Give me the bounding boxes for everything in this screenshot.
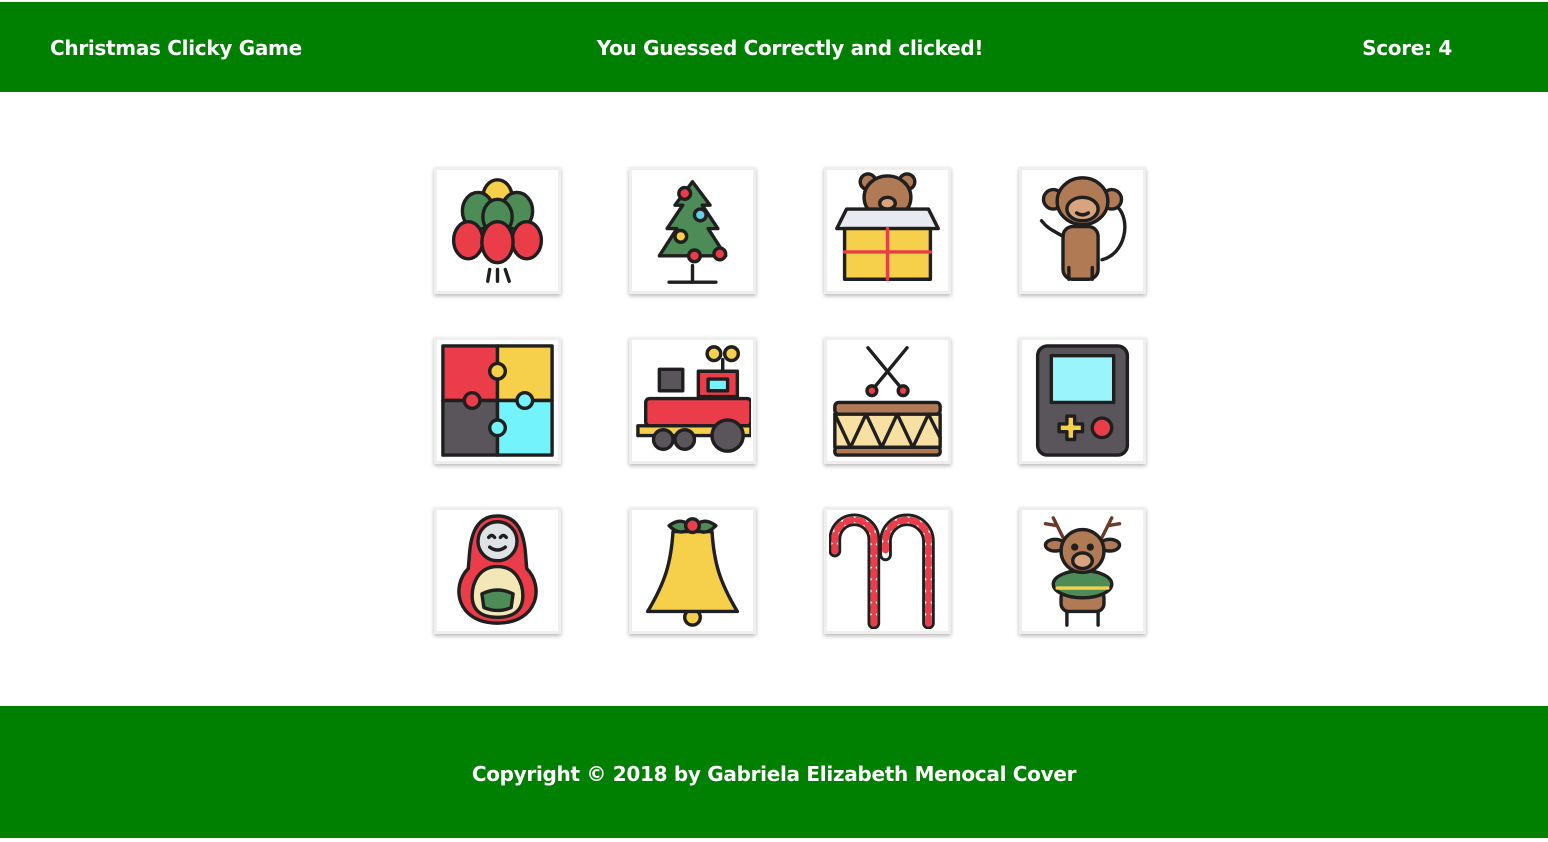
candy-canes-icon <box>829 513 935 629</box>
handheld-game-console-icon <box>1035 344 1130 457</box>
card-balloons[interactable] <box>434 167 561 294</box>
card-drum[interactable] <box>824 337 951 464</box>
card-reindeer[interactable] <box>1019 507 1146 634</box>
puzzle-icon <box>441 344 554 457</box>
bell-icon <box>645 517 740 627</box>
drum-icon <box>833 346 942 457</box>
score-display: Score: 4 <box>1362 36 1452 60</box>
guess-status-message: You Guessed Correctly and clicked! <box>596 36 984 60</box>
card-candy-canes[interactable] <box>824 507 951 634</box>
toy-train-icon <box>636 345 751 453</box>
card-toy-train[interactable] <box>629 337 756 464</box>
card-bell[interactable] <box>629 507 756 634</box>
card-game-console[interactable] <box>1019 337 1146 464</box>
balloons-icon <box>451 178 544 283</box>
card-monkey[interactable] <box>1019 167 1146 294</box>
matryoshka-doll-icon <box>457 514 538 625</box>
card-puzzle[interactable] <box>434 337 561 464</box>
monkey-toy-icon <box>1039 176 1127 281</box>
card-teddy-bear-gift[interactable] <box>824 167 951 294</box>
copyright-text: Copyright © 2018 by Gabriela Elizabeth M… <box>471 762 1077 786</box>
card-christmas-tree[interactable] <box>629 167 756 294</box>
christmas-tree-icon <box>657 180 728 284</box>
card-grid <box>434 167 1146 634</box>
teddy-bear-gift-box-icon <box>835 172 940 281</box>
card-matryoshka[interactable] <box>434 507 561 634</box>
footer: Copyright © 2018 by Gabriela Elizabeth M… <box>0 706 1548 838</box>
navbar: Christmas Clicky Game You Guessed Correc… <box>0 2 1548 92</box>
reindeer-toy-icon <box>1043 516 1122 627</box>
